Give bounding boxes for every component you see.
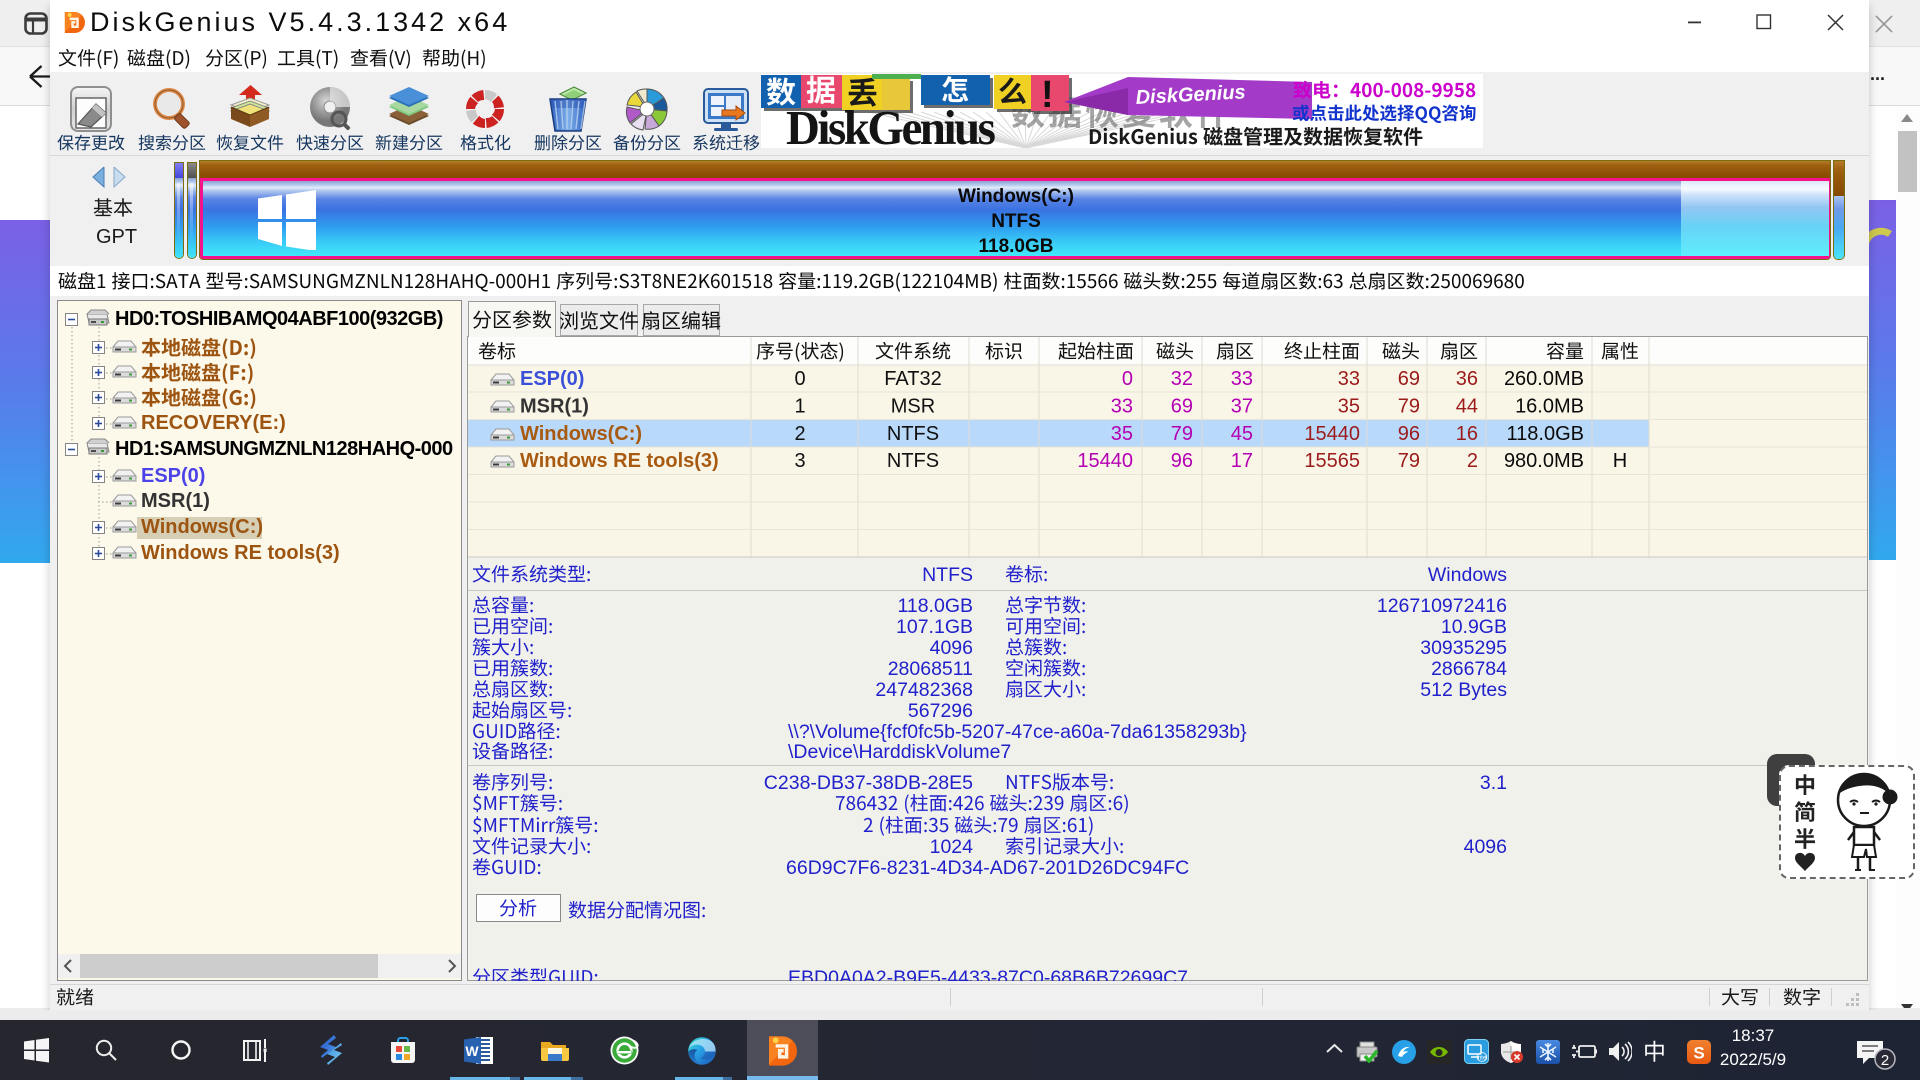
svg-text:36: 36 <box>1456 368 1478 390</box>
svg-text:Windows RE tools(3): Windows RE tools(3) <box>520 450 719 472</box>
svg-text:69: 69 <box>1398 368 1420 390</box>
svg-text:FAT32: FAT32 <box>884 368 941 390</box>
svg-text:2: 2 <box>794 423 805 445</box>
svg-text:16.0MB: 16.0MB <box>1515 395 1584 417</box>
svg-text:NTFS: NTFS <box>887 423 939 445</box>
svg-text:79: 79 <box>1398 395 1420 417</box>
svg-text:35: 35 <box>1111 423 1133 445</box>
svg-text:79: 79 <box>1398 450 1420 472</box>
svg-text:15440: 15440 <box>1077 450 1133 472</box>
svg-text:2: 2 <box>1467 450 1478 472</box>
svg-text:79: 79 <box>1171 423 1193 445</box>
svg-text:37: 37 <box>1231 395 1253 417</box>
svg-text:15440: 15440 <box>1304 423 1360 445</box>
svg-text:567296: 567296 <box>908 700 973 722</box>
svg-text:15565: 15565 <box>1304 450 1360 472</box>
svg-text:W: W <box>465 1043 479 1059</box>
svg-text:33: 33 <box>1231 368 1253 390</box>
svg-text:44: 44 <box>1456 395 1478 417</box>
svg-text:H: H <box>1613 450 1627 472</box>
svg-text:DiskGenius: DiskGenius <box>786 101 995 148</box>
svg-text:NTFS: NTFS <box>922 564 973 586</box>
svg-text:69: 69 <box>1171 395 1193 417</box>
svg-text:NTFS: NTFS <box>887 450 939 472</box>
svg-text:3.1: 3.1 <box>1480 772 1507 794</box>
svg-text:33: 33 <box>1111 395 1133 417</box>
svg-text:96: 96 <box>1171 450 1193 472</box>
svg-text:Windows(C:): Windows(C:) <box>520 423 642 445</box>
svg-text:980.0MB: 980.0MB <box>1504 450 1584 472</box>
svg-text:2: 2 <box>1881 1052 1889 1069</box>
svg-text:35: 35 <box>1338 395 1360 417</box>
svg-text:96: 96 <box>1398 423 1420 445</box>
svg-text:Windows: Windows <box>1428 564 1507 586</box>
svg-text:0: 0 <box>794 368 805 390</box>
svg-text:16: 16 <box>1456 423 1478 445</box>
svg-text:MSR(1): MSR(1) <box>520 395 589 417</box>
svg-text:45: 45 <box>1231 423 1253 445</box>
svg-text:33: 33 <box>1338 368 1360 390</box>
svg-text:4096: 4096 <box>1464 836 1507 858</box>
svg-text:32: 32 <box>1171 368 1193 390</box>
svg-text:DiskGenius V5.4.3.1342 x64: DiskGenius V5.4.3.1342 x64 <box>90 7 510 37</box>
svg-text:0: 0 <box>1122 368 1133 390</box>
svg-text:17: 17 <box>1231 450 1253 472</box>
svg-text:1: 1 <box>794 395 805 417</box>
svg-text:intel: intel <box>1476 1056 1487 1062</box>
svg-text:MSR: MSR <box>891 395 935 417</box>
svg-text:512 Bytes: 512 Bytes <box>1420 679 1507 701</box>
svg-text:ESP(0): ESP(0) <box>520 368 584 390</box>
svg-text:3: 3 <box>794 450 805 472</box>
svg-text:1024: 1024 <box>930 836 974 858</box>
svg-text:118.0GB: 118.0GB <box>1507 423 1584 445</box>
svg-text:260.0MB: 260.0MB <box>1504 368 1584 390</box>
